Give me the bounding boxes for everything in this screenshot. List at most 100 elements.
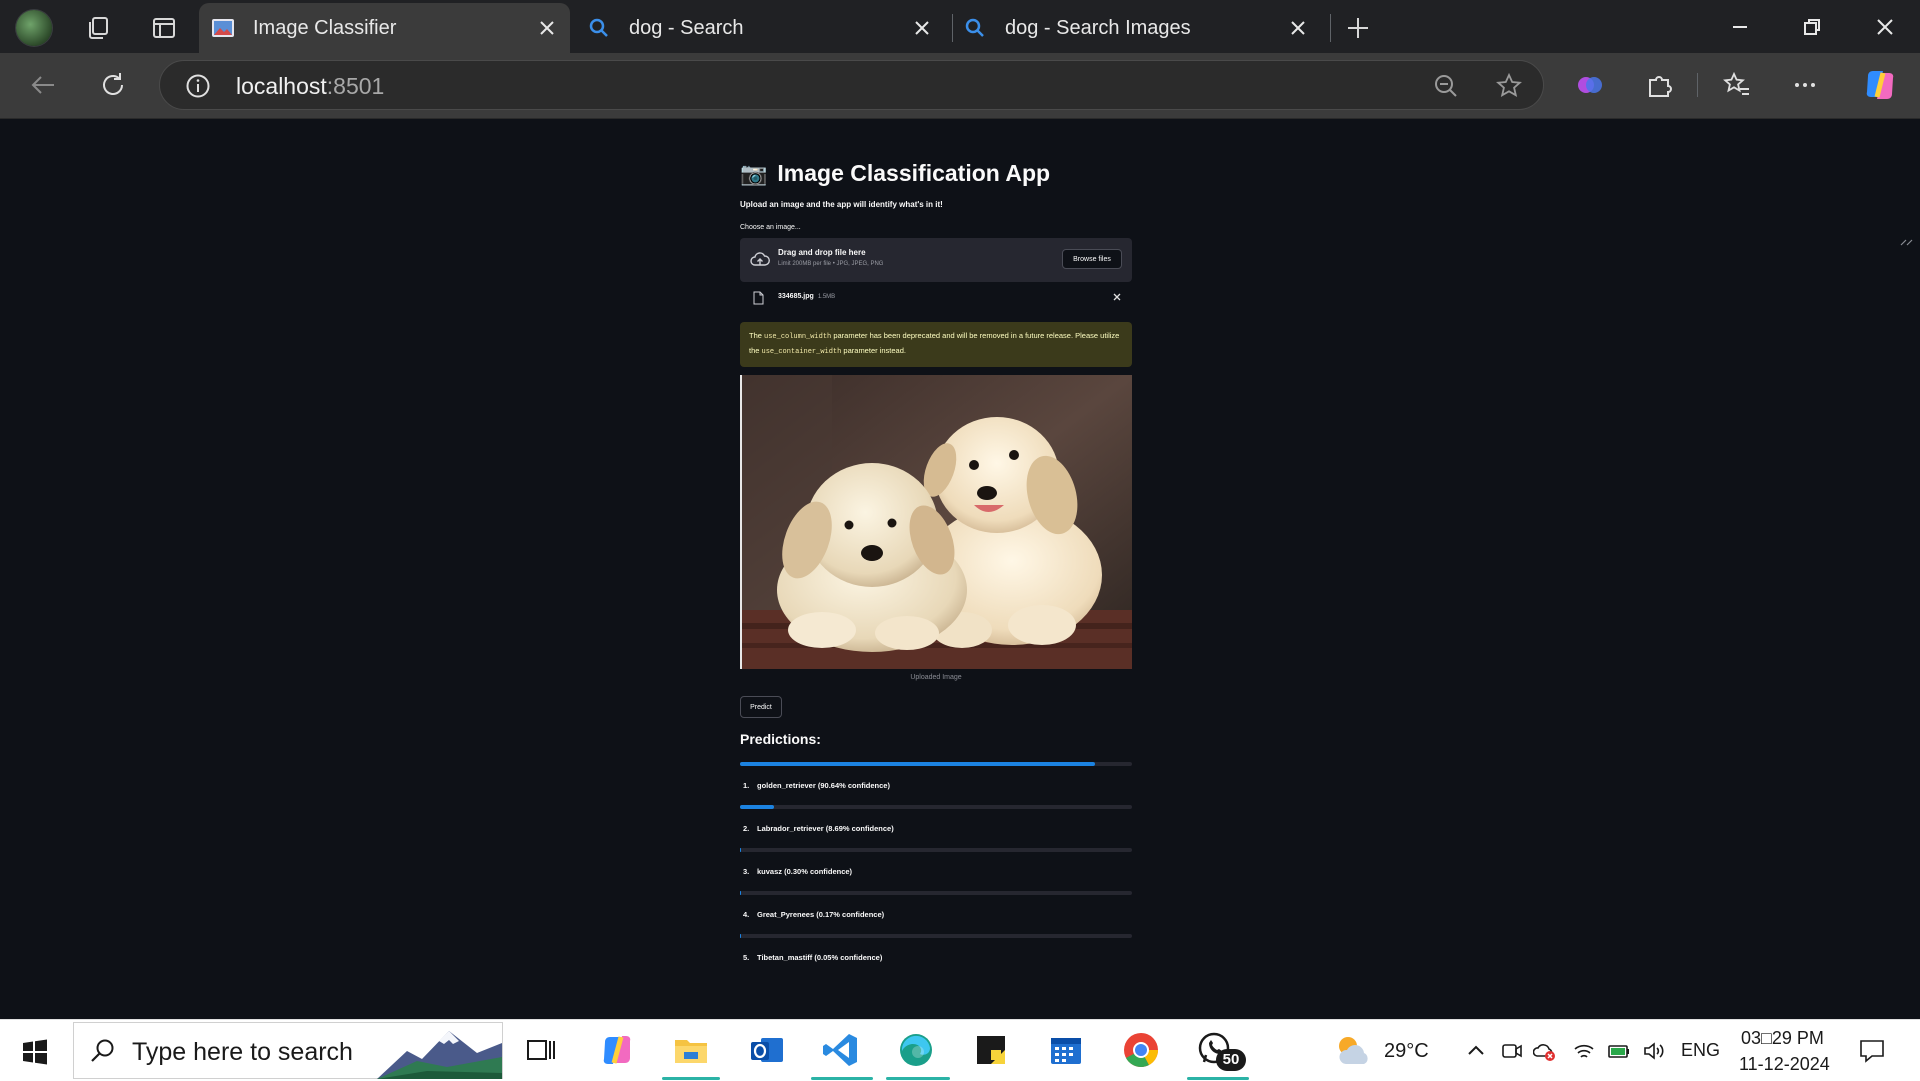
tab-actions-icon[interactable] (150, 14, 178, 42)
task-view-icon[interactable] (520, 1030, 560, 1070)
file-icon (753, 291, 764, 305)
sticky-notes-icon[interactable] (971, 1030, 1011, 1070)
vscode-icon[interactable] (821, 1030, 861, 1070)
file-explorer-icon[interactable] (671, 1030, 711, 1070)
weather-partly-cloudy-icon[interactable] (1334, 1032, 1374, 1068)
file-name-text: 334685.jpg (778, 293, 814, 300)
copilot-app-icon[interactable] (597, 1030, 637, 1070)
predict-button[interactable]: Predict (740, 696, 782, 718)
outlook-icon[interactable] (747, 1030, 787, 1070)
edge-icon[interactable] (896, 1030, 936, 1070)
puppies-photo (742, 375, 1132, 669)
prediction-text: Great_Pyrenees (0.17% confidence) (757, 910, 884, 919)
prediction-label: 4.Great_Pyrenees (0.17% confidence) (743, 910, 884, 919)
back-arrow-icon[interactable] (28, 70, 58, 100)
more-options-icon[interactable] (1790, 70, 1820, 100)
tab-title: Image Classifier (253, 17, 536, 40)
close-tab-icon[interactable] (1287, 17, 1309, 39)
clock-time[interactable]: 03□29 PM (1741, 1028, 1824, 1049)
tab-dog-search-images[interactable]: dog - Search Images (951, 3, 1321, 53)
taskbar-search-box[interactable]: Type here to search (73, 1022, 503, 1079)
toolbar-divider (1697, 73, 1698, 97)
input-language[interactable]: ENG (1681, 1040, 1720, 1061)
confidence-bar-track (740, 934, 1132, 938)
page-title-text: Image Classification App (777, 160, 1050, 187)
address-bar[interactable]: localhost:8501 (159, 60, 1544, 110)
predictions-heading: Predictions: (740, 731, 821, 747)
site-info-icon[interactable] (185, 73, 211, 99)
copilot-brain-extension-icon[interactable] (1575, 70, 1605, 100)
app-page: 📷 Image Classification App Upload an ima… (0, 119, 1920, 1019)
image-caption: Uploaded Image (740, 674, 1132, 681)
profile-avatar[interactable] (16, 10, 52, 46)
confidence-bar-fill (740, 891, 741, 895)
clock-date[interactable]: 11-12-2024 (1739, 1054, 1830, 1075)
copilot-icon[interactable] (1862, 68, 1898, 102)
calendar-icon[interactable] (1046, 1030, 1086, 1070)
confidence-bar-fill (740, 762, 1095, 766)
collapse-corner-icon[interactable] (1900, 238, 1914, 246)
prediction-item: 3.kuvasz (0.30% confidence) (740, 848, 1132, 891)
prediction-item: 5.Tibetan_mastiff (0.05% confidence) (740, 934, 1132, 977)
chrome-icon[interactable] (1121, 1030, 1161, 1070)
confidence-bar-track (740, 891, 1132, 895)
browse-files-button[interactable]: Browse files (1062, 249, 1122, 269)
close-tab-icon[interactable] (911, 17, 933, 39)
extensions-puzzle-icon[interactable] (1644, 70, 1674, 100)
favorites-icon[interactable] (1722, 70, 1752, 100)
onedrive-error-icon[interactable] (1533, 1039, 1557, 1063)
prediction-text: Tibetan_mastiff (0.05% confidence) (757, 953, 882, 962)
battery-charging-icon[interactable] (1607, 1039, 1631, 1063)
meet-now-icon[interactable] (1500, 1039, 1524, 1063)
restore-icon[interactable] (1797, 12, 1827, 42)
url-port: :8501 (327, 73, 385, 99)
file-size: 1.5MB (818, 294, 835, 300)
prediction-text: golden_retriever (90.64% confidence) (757, 781, 890, 790)
volume-icon[interactable] (1642, 1039, 1666, 1063)
uploaded-image (740, 375, 1132, 669)
confidence-bar-fill (740, 805, 774, 809)
mountain-search-highlight-icon (377, 1023, 502, 1079)
prediction-label: 5.Tibetan_mastiff (0.05% confidence) (743, 953, 882, 962)
bing-search-icon (587, 16, 611, 40)
prediction-rank: 5. (743, 953, 757, 962)
confidence-bar-track (740, 805, 1132, 809)
tab-image-classifier[interactable]: Image Classifier (199, 3, 570, 53)
notifications-icon[interactable] (1858, 1037, 1886, 1065)
browser-tab-strip: Image Classifier dog - Search dog - Sear… (0, 0, 1920, 53)
prediction-text: Labrador_retriever (8.69% confidence) (757, 824, 894, 833)
prediction-rank: 3. (743, 867, 757, 876)
url-text: localhost:8501 (236, 73, 384, 100)
dropzone-limit: Limit 200MB per file • JPG, JPEG, PNG (778, 261, 883, 267)
warning-code: use_column_width (764, 333, 831, 341)
favorite-star-icon[interactable] (1495, 72, 1523, 100)
show-hidden-icons-chevron-icon[interactable] (1464, 1039, 1488, 1063)
windows-start-icon[interactable] (22, 1039, 48, 1065)
search-icon (90, 1038, 116, 1064)
windows-taskbar: Type here to search 50 29°C ENG 03□29 PM… (0, 1019, 1920, 1081)
prediction-text: kuvasz (0.30% confidence) (757, 867, 852, 876)
search-placeholder: Type here to search (132, 1038, 353, 1067)
zoom-out-icon[interactable] (1433, 73, 1459, 99)
close-window-icon[interactable] (1870, 12, 1900, 42)
url-host: localhost (236, 73, 327, 99)
file-dropzone[interactable]: Drag and drop file here Limit 200MB per … (740, 238, 1132, 282)
predictions-list: 1.golden_retriever (90.64% confidence) 2… (740, 762, 1132, 977)
tab-dog-search[interactable]: dog - Search (575, 3, 945, 53)
confidence-bar-fill (740, 848, 741, 852)
prediction-rank: 1. (743, 781, 757, 790)
workspaces-icon[interactable] (84, 14, 112, 42)
minimize-icon[interactable] (1725, 12, 1755, 42)
close-tab-icon[interactable] (536, 17, 558, 39)
new-tab-icon[interactable] (1344, 14, 1372, 42)
refresh-icon[interactable] (98, 70, 128, 100)
warning-text: The (749, 331, 764, 340)
remove-file-icon[interactable] (1112, 292, 1122, 302)
wifi-icon[interactable] (1572, 1039, 1596, 1063)
prediction-rank: 2. (743, 824, 757, 833)
whatsapp-unread-badge: 50 (1216, 1049, 1246, 1071)
warning-code: use_container_width (762, 348, 842, 356)
prediction-item: 2.Labrador_retriever (8.69% confidence) (740, 805, 1132, 848)
prediction-label: 3.kuvasz (0.30% confidence) (743, 867, 852, 876)
weather-temperature: 29°C (1384, 1040, 1429, 1063)
